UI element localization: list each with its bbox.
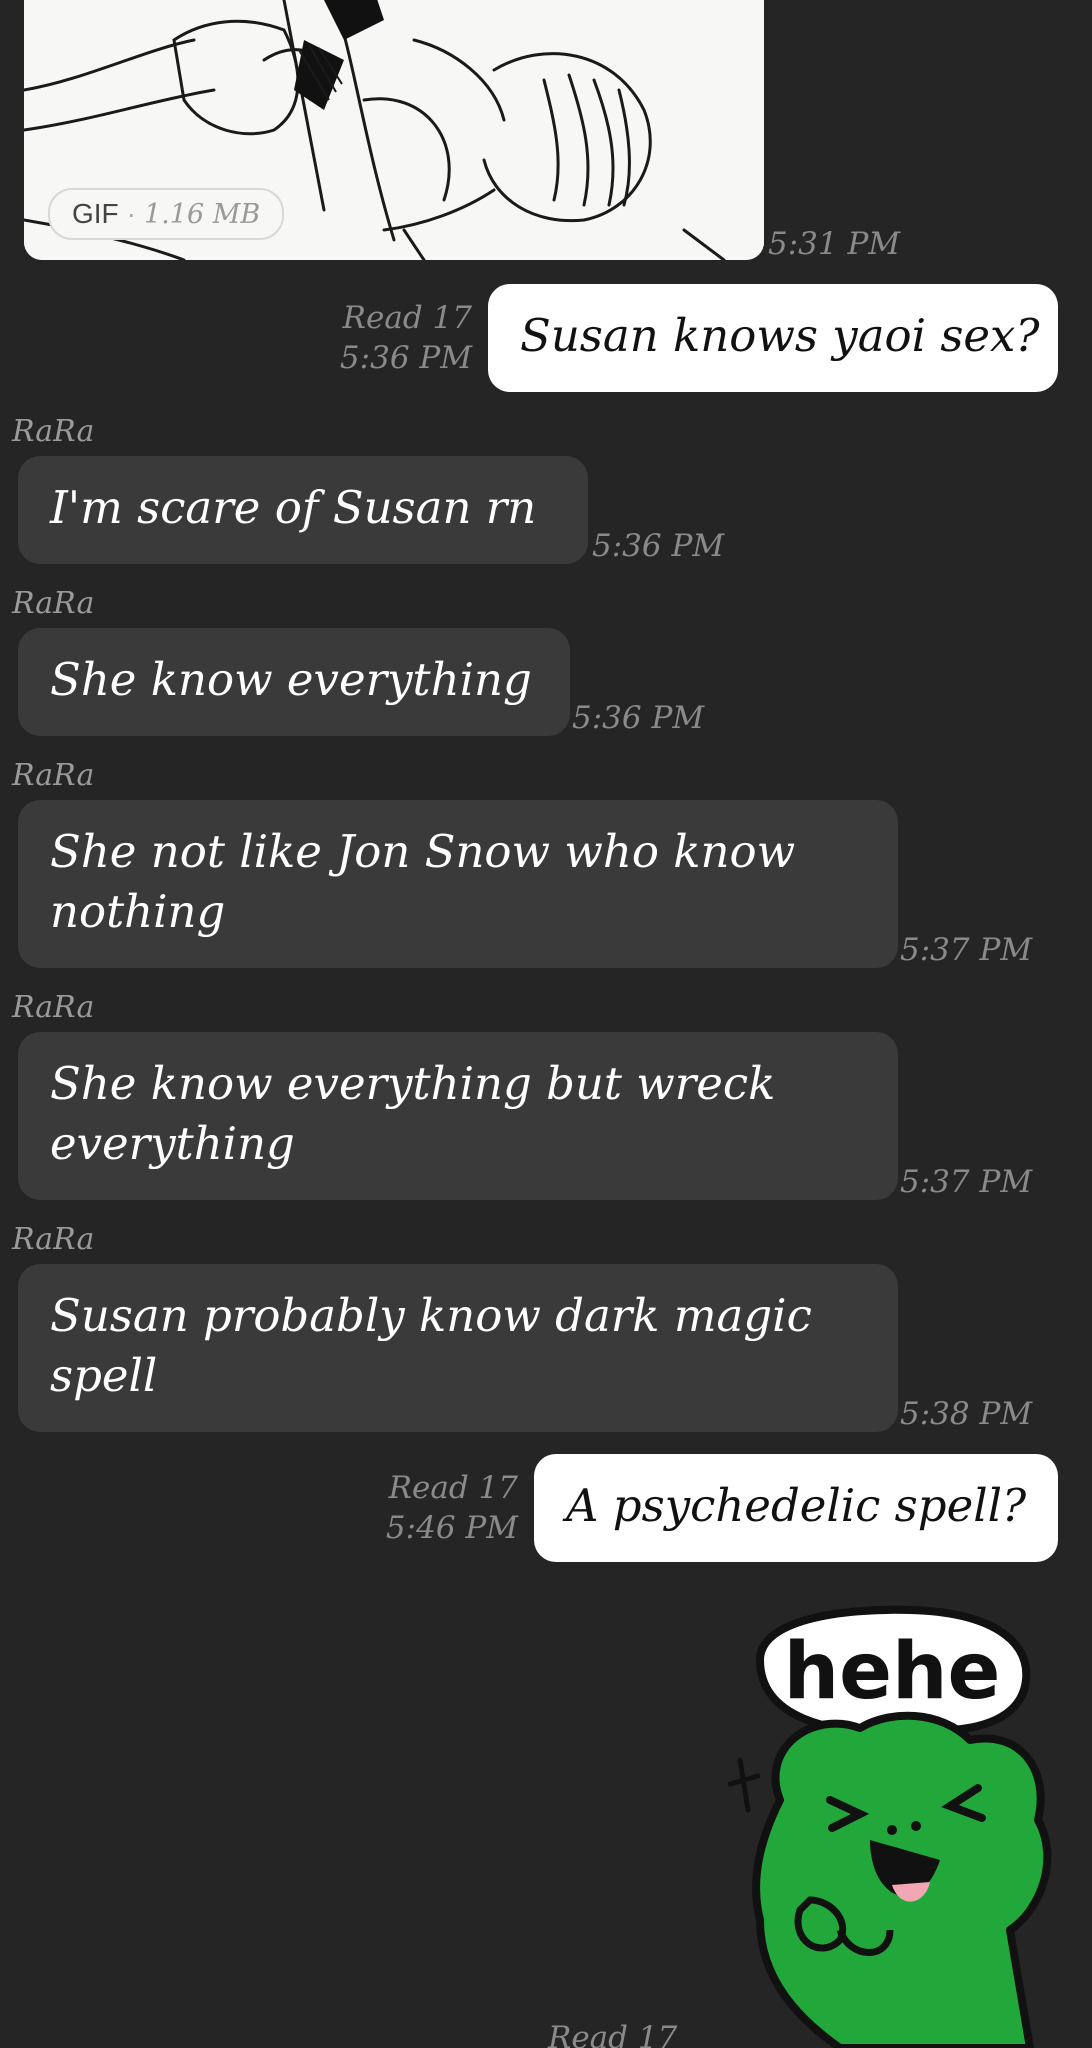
gif-image-message[interactable]: GIF · 1.16 MB	[24, 0, 764, 260]
sticker-text: hehe	[784, 1627, 1001, 1717]
message-text-line: Susan probably know dark magic	[50, 1289, 812, 1342]
incoming-message-bubble[interactable]: She not like Jon Snow who know nothing	[18, 800, 898, 968]
read-count: Read 17	[388, 1470, 518, 1506]
incoming-message-bubble[interactable]: Susan probably know dark magic spell	[18, 1264, 898, 1432]
message-text: I'm scare of Susan rn	[50, 481, 537, 534]
message-text-line: She know everything but wreck	[50, 1057, 776, 1110]
message-text: She know everything	[50, 653, 532, 706]
sender-name: RaRa	[12, 758, 95, 793]
incoming-message-bubble[interactable]: She know everything	[18, 628, 570, 736]
hehe-frog-sticker[interactable]: hehe	[720, 1600, 1092, 2048]
message-time: 5:37 PM	[900, 932, 1033, 968]
outgoing-message-bubble[interactable]: A psychedelic spell?	[534, 1454, 1058, 1562]
read-receipt: Read 17 5:36 PM	[340, 298, 472, 378]
message-text-line: She not like Jon Snow who know	[50, 825, 796, 878]
sender-name: RaRa	[12, 1222, 95, 1257]
outgoing-message-bubble[interactable]: Susan knows yaoi sex?	[488, 284, 1058, 392]
message-time: 5:36 PM	[592, 528, 725, 564]
gif-badge: GIF · 1.16 MB	[48, 188, 285, 240]
message-text-line: nothing	[50, 885, 226, 938]
read-count: Read 17	[342, 300, 472, 336]
message-text-line: spell	[50, 1349, 158, 1402]
incoming-message-bubble[interactable]: I'm scare of Susan rn	[18, 456, 588, 564]
message-time: 5:36 PM	[572, 700, 705, 736]
message-time: 5:31 PM	[768, 226, 901, 262]
message-time: 5:38 PM	[900, 1396, 1033, 1432]
gif-size: 1.16 MB	[144, 198, 261, 230]
read-count: Read 17	[548, 2020, 678, 2048]
incoming-message-bubble[interactable]: She know everything but wreck everything	[18, 1032, 898, 1200]
gif-badge-separator: ·	[126, 198, 136, 229]
message-text: A psychedelic spell?	[566, 1479, 1027, 1532]
read-receipt: Read 17	[548, 2018, 677, 2048]
green-frog-sticker-icon: hehe	[727, 1605, 1052, 2048]
message-time: 5:36 PM	[339, 340, 472, 376]
sender-name: RaRa	[12, 586, 95, 621]
message-time: 5:37 PM	[900, 1164, 1033, 1200]
chat-screen: GIF · 1.16 MB 5:31 PM Read 17 5:36 PM Su…	[0, 0, 1092, 2048]
sender-name: RaRa	[12, 990, 95, 1025]
read-receipt: Read 17 5:46 PM	[386, 1468, 518, 1548]
message-text-line: everything	[50, 1117, 295, 1170]
sender-name: RaRa	[12, 414, 95, 449]
gif-label: GIF	[72, 198, 119, 229]
message-time: 5:46 PM	[385, 1510, 518, 1546]
message-text: Susan knows yaoi sex?	[520, 309, 1040, 362]
